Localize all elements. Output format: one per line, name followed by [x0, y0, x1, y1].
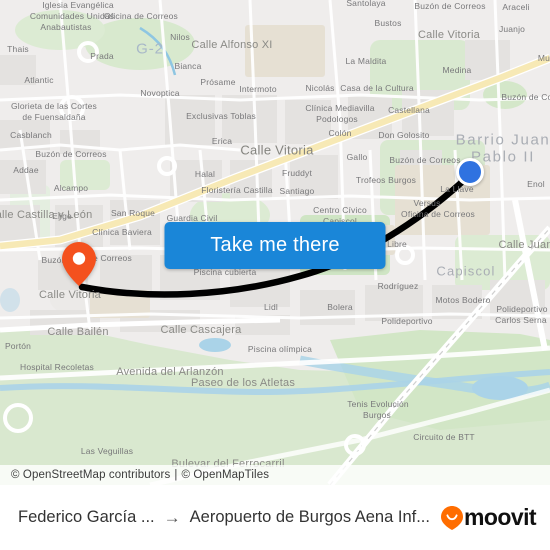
moovit-logo[interactable]: moovit: [441, 504, 537, 531]
attribution-separator: |: [174, 469, 178, 481]
map-attribution: © OpenStreetMap contributors | © OpenMap…: [0, 465, 550, 485]
attribution-osm[interactable]: © OpenStreetMap contributors: [11, 469, 170, 481]
take-me-there-button[interactable]: Take me there: [164, 222, 386, 269]
moovit-pin-icon: [441, 505, 464, 530]
attribution-omt[interactable]: © OpenMapTiles: [181, 469, 269, 481]
map-screenshot: Iglesia Evangélica Comunidades Unidas Anab…: [0, 0, 550, 550]
moovit-wordmark: moovit: [464, 504, 537, 530]
route-summary: Federico García ... → Aeropuerto de Burg…: [18, 508, 431, 527]
map-canvas[interactable]: Iglesia Evangélica Comunidades Unidas Anab…: [0, 0, 550, 485]
route-destination[interactable]: Aeropuerto de Burgos Aena Inf...: [190, 508, 430, 527]
destination-dot-icon[interactable]: [456, 158, 484, 186]
route-origin[interactable]: Federico García ...: [18, 508, 155, 527]
arrow-right-icon: →: [163, 508, 181, 527]
footer-bar: Federico García ... → Aeropuerto de Burg…: [0, 485, 550, 550]
origin-pin-icon[interactable]: [62, 242, 96, 286]
